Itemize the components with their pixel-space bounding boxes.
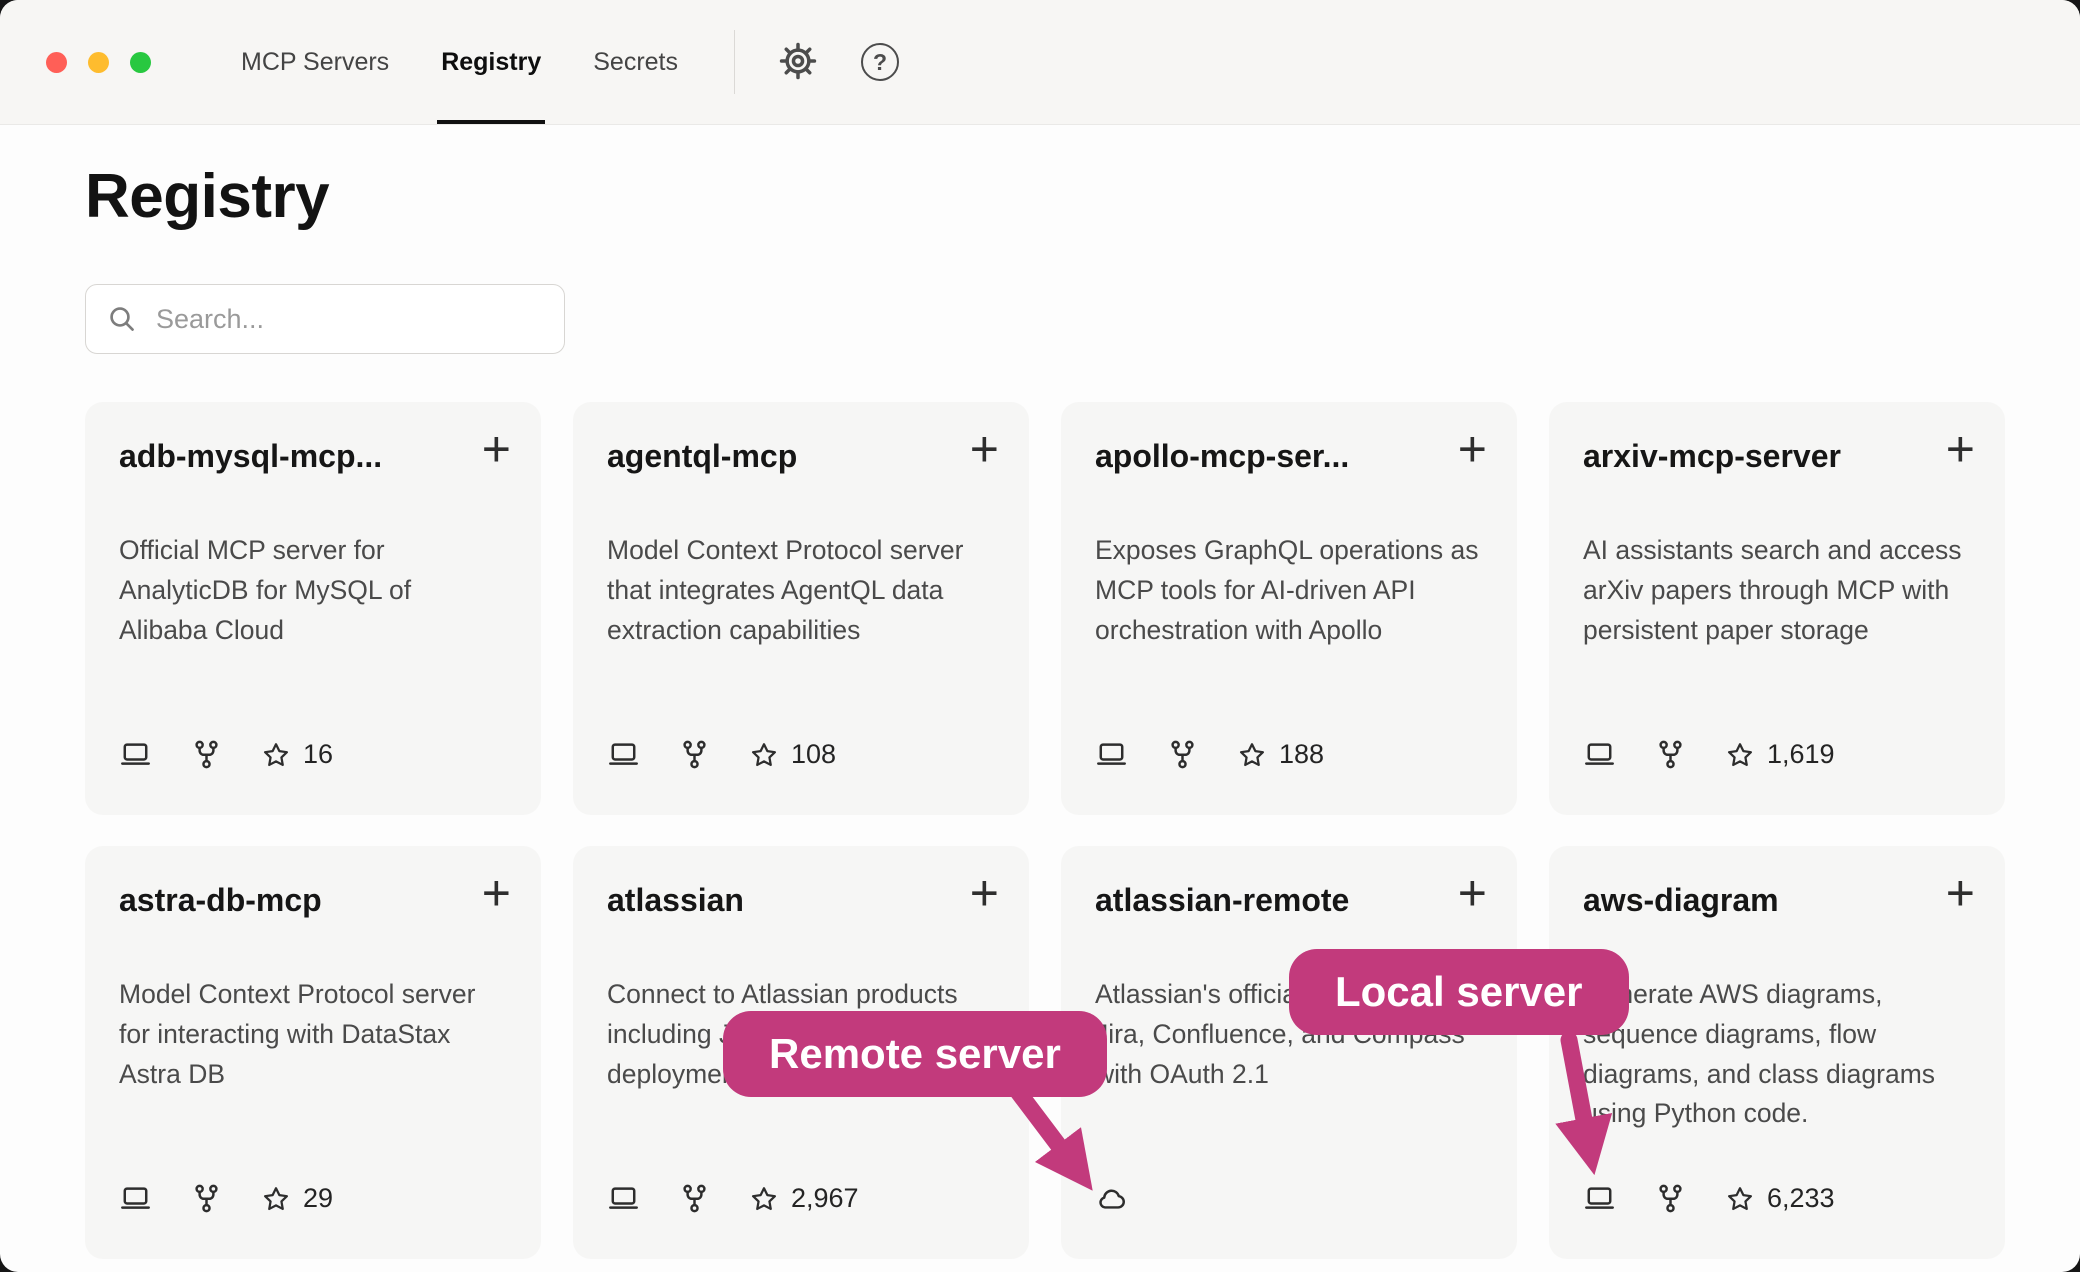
star-count: 6,233 [1767, 1183, 1835, 1214]
laptop-icon [119, 1182, 152, 1215]
star-icon [1725, 1184, 1755, 1214]
tab-bar: MCP Servers Registry Secrets [241, 0, 678, 124]
server-grid: adb-mysql-mcp... + Official MCP server f… [85, 402, 2005, 1259]
git-fork-icon [190, 738, 223, 771]
page-title: Registry [85, 161, 2005, 232]
server-card[interactable]: astra-db-mcp + Model Context Protocol se… [85, 846, 541, 1259]
server-card[interactable]: aws-diagram + Generate AWS diagrams, seq… [1549, 846, 2005, 1259]
server-card[interactable]: arxiv-mcp-server + AI assistants search … [1549, 402, 2005, 815]
help-icon: ? [861, 43, 899, 81]
server-description: Official MCP server for AnalyticDB for M… [119, 531, 503, 650]
star-icon [1725, 740, 1755, 770]
cloud-icon [1095, 1182, 1128, 1215]
star-icon [749, 740, 779, 770]
server-name: apollo-mcp-ser... [1095, 438, 1447, 475]
traffic-lights [0, 0, 151, 124]
add-server-button[interactable]: + [478, 420, 515, 478]
tab-secrets[interactable]: Secrets [593, 0, 678, 124]
stars: 2,967 [749, 1183, 859, 1214]
add-server-button[interactable]: + [478, 864, 515, 922]
laptop-icon [1095, 738, 1128, 771]
star-count: 2,967 [791, 1183, 859, 1214]
server-name: astra-db-mcp [119, 882, 471, 919]
add-server-button[interactable]: + [1454, 864, 1491, 922]
server-name: adb-mysql-mcp... [119, 438, 471, 475]
search-box[interactable] [85, 284, 565, 354]
server-name: atlassian-remote [1095, 882, 1447, 919]
star-count: 108 [791, 739, 836, 770]
stars: 1,619 [1725, 739, 1835, 770]
git-fork-icon [678, 1182, 711, 1215]
card-footer: 16 [119, 738, 333, 771]
stars: 6,233 [1725, 1183, 1835, 1214]
star-icon [261, 740, 291, 770]
card-footer: 1,619 [1583, 738, 1835, 771]
server-card[interactable]: apollo-mcp-ser... + Exposes GraphQL oper… [1061, 402, 1517, 815]
card-footer: 29 [119, 1182, 333, 1215]
star-count: 29 [303, 1183, 333, 1214]
server-name: aws-diagram [1583, 882, 1935, 919]
server-card[interactable]: atlassian-remote + Atlassian's official … [1061, 846, 1517, 1259]
card-footer: 6,233 [1583, 1182, 1835, 1215]
git-fork-icon [1654, 738, 1687, 771]
tab-mcp-servers[interactable]: MCP Servers [241, 0, 389, 124]
server-description: Model Context Protocol server that integ… [607, 531, 991, 650]
add-server-button[interactable]: + [1942, 864, 1979, 922]
star-icon [261, 1184, 291, 1214]
stars: 188 [1237, 739, 1324, 770]
server-name: agentql-mcp [607, 438, 959, 475]
tab-registry[interactable]: Registry [441, 0, 541, 124]
server-description: Generate AWS diagrams, sequence diagrams… [1583, 975, 1967, 1134]
add-server-button[interactable]: + [966, 420, 1003, 478]
laptop-icon [607, 738, 640, 771]
star-icon [1237, 740, 1267, 770]
card-footer: 188 [1095, 738, 1324, 771]
remote-server-callout: Remote server [723, 1011, 1107, 1097]
laptop-icon [1583, 738, 1616, 771]
help-button[interactable]: ? [861, 0, 899, 124]
toolbar-divider [734, 30, 735, 94]
laptop-icon [607, 1182, 640, 1215]
laptop-icon [1583, 1182, 1616, 1215]
gear-icon [777, 40, 819, 85]
star-icon [749, 1184, 779, 1214]
add-server-button[interactable]: + [1942, 420, 1979, 478]
card-footer: 108 [607, 738, 836, 771]
star-count: 188 [1279, 739, 1324, 770]
close-window-button[interactable] [46, 52, 67, 73]
server-description: Exposes GraphQL operations as MCP tools … [1095, 531, 1479, 650]
git-fork-icon [1654, 1182, 1687, 1215]
git-fork-icon [1166, 738, 1199, 771]
local-server-callout: Local server [1289, 949, 1629, 1035]
server-name: atlassian [607, 882, 959, 919]
zoom-window-button[interactable] [130, 52, 151, 73]
server-card[interactable]: adb-mysql-mcp... + Official MCP server f… [85, 402, 541, 815]
card-footer: 2,967 [607, 1182, 859, 1215]
stars: 16 [261, 739, 333, 770]
server-name: arxiv-mcp-server [1583, 438, 1935, 475]
minimize-window-button[interactable] [88, 52, 109, 73]
server-card[interactable]: agentql-mcp + Model Context Protocol ser… [573, 402, 1029, 815]
stars: 108 [749, 739, 836, 770]
git-fork-icon [678, 738, 711, 771]
server-description: AI assistants search and access arXiv pa… [1583, 531, 1967, 650]
settings-button[interactable] [777, 0, 819, 124]
add-server-button[interactable]: + [1454, 420, 1491, 478]
stars: 29 [261, 1183, 333, 1214]
add-server-button[interactable]: + [966, 864, 1003, 922]
git-fork-icon [190, 1182, 223, 1215]
search-input[interactable] [154, 303, 544, 336]
search-icon [106, 303, 138, 335]
card-footer [1095, 1182, 1128, 1215]
server-description: Model Context Protocol server for intera… [119, 975, 503, 1094]
titlebar: MCP Servers Registry Secrets ? [0, 0, 2080, 125]
star-count: 16 [303, 739, 333, 770]
laptop-icon [119, 738, 152, 771]
star-count: 1,619 [1767, 739, 1835, 770]
app-window: MCP Servers Registry Secrets ? Registry [0, 0, 2080, 1272]
